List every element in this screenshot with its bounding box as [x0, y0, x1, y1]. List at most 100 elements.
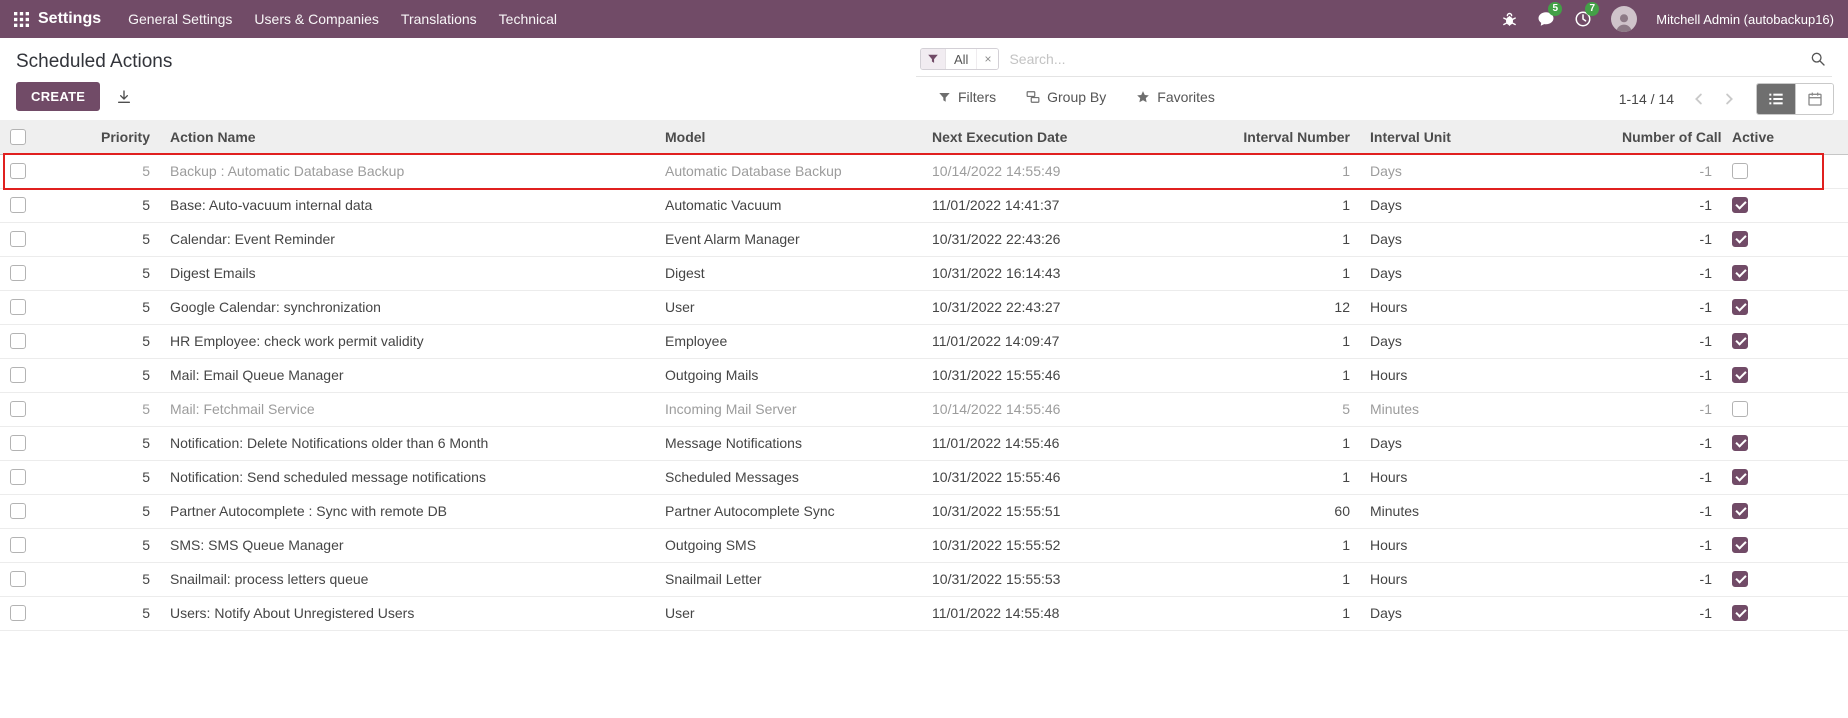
row-select-checkbox[interactable]: [10, 333, 26, 349]
row-select-checkbox[interactable]: [10, 401, 26, 417]
app-brand[interactable]: Settings: [38, 10, 101, 28]
table-row[interactable]: 5Snailmail: process letters queueSnailma…: [0, 562, 1848, 596]
list-view-button[interactable]: [1757, 84, 1795, 114]
column-number-of-calls[interactable]: Number of Calls: [1612, 120, 1722, 154]
cell-action-name: HR Employee: check work permit validity: [160, 324, 655, 358]
select-all-checkbox[interactable]: [10, 129, 26, 145]
user-menu[interactable]: Mitchell Admin (autobackup16): [1656, 12, 1834, 27]
cell-number-of-calls: -1: [1612, 392, 1722, 426]
active-checkbox[interactable]: [1732, 401, 1748, 417]
active-checkbox[interactable]: [1732, 367, 1748, 383]
active-checkbox[interactable]: [1732, 299, 1748, 315]
table-row[interactable]: 5Base: Auto-vacuum internal dataAutomati…: [0, 188, 1848, 222]
active-checkbox[interactable]: [1732, 231, 1748, 247]
table-row[interactable]: 5Digest EmailsDigest10/31/2022 16:14:431…: [0, 256, 1848, 290]
table-row[interactable]: 5HR Employee: check work permit validity…: [0, 324, 1848, 358]
pager-next-icon[interactable]: [1718, 90, 1740, 108]
active-checkbox[interactable]: [1732, 503, 1748, 519]
table-row[interactable]: 5Mail: Email Queue ManagerOutgoing Mails…: [0, 358, 1848, 392]
cell-interval-unit: Hours: [1360, 528, 1612, 562]
active-checkbox[interactable]: [1732, 435, 1748, 451]
active-checkbox[interactable]: [1732, 571, 1748, 587]
messages-icon[interactable]: 5: [1537, 10, 1555, 28]
row-select-checkbox[interactable]: [10, 571, 26, 587]
active-checkbox[interactable]: [1732, 265, 1748, 281]
active-checkbox[interactable]: [1732, 333, 1748, 349]
create-button[interactable]: CREATE: [16, 82, 100, 111]
row-select-checkbox[interactable]: [10, 163, 26, 179]
export-download-icon[interactable]: [116, 89, 132, 105]
header-select-all[interactable]: [0, 120, 47, 154]
active-checkbox[interactable]: [1732, 469, 1748, 485]
cell-number-of-calls: -1: [1612, 562, 1722, 596]
search-bar[interactable]: All ×: [916, 46, 1832, 77]
debug-bug-icon[interactable]: [1501, 11, 1518, 28]
table-row[interactable]: 5Google Calendar: synchronizationUser10/…: [0, 290, 1848, 324]
table-row[interactable]: 5Partner Autocomplete : Sync with remote…: [0, 494, 1848, 528]
apps-grid-icon[interactable]: [14, 12, 29, 27]
menu-technical[interactable]: Technical: [488, 1, 568, 37]
cell-action-name: Backup : Automatic Database Backup: [160, 154, 655, 188]
table-row[interactable]: 5Backup : Automatic Database BackupAutom…: [0, 154, 1848, 188]
cell-priority: 5: [47, 222, 160, 256]
row-select-cell: [0, 358, 47, 392]
column-interval-unit[interactable]: Interval Unit: [1360, 120, 1612, 154]
cell-active: [1722, 494, 1848, 528]
active-checkbox[interactable]: [1732, 537, 1748, 553]
column-interval-number[interactable]: Interval Number: [1160, 120, 1360, 154]
cell-action-name: SMS: SMS Queue Manager: [160, 528, 655, 562]
cell-next-execution-date: 10/14/2022 14:55:49: [922, 154, 1160, 188]
cell-interval-number: 1: [1160, 256, 1360, 290]
column-priority[interactable]: Priority: [47, 120, 160, 154]
table-row[interactable]: 5SMS: SMS Queue ManagerOutgoing SMS10/31…: [0, 528, 1848, 562]
row-select-checkbox[interactable]: [10, 503, 26, 519]
activities-clock-icon[interactable]: 7: [1574, 10, 1592, 28]
menu-users-companies[interactable]: Users & Companies: [243, 1, 390, 37]
user-avatar[interactable]: [1611, 6, 1637, 32]
active-checkbox[interactable]: [1732, 605, 1748, 621]
column-action-name[interactable]: Action Name: [160, 120, 655, 154]
row-select-checkbox[interactable]: [10, 435, 26, 451]
row-select-checkbox[interactable]: [10, 469, 26, 485]
row-select-checkbox[interactable]: [10, 265, 26, 281]
column-next-execution-date[interactable]: Next Execution Date: [922, 120, 1160, 154]
row-select-checkbox[interactable]: [10, 231, 26, 247]
row-select-checkbox[interactable]: [10, 367, 26, 383]
cell-next-execution-date: 10/31/2022 15:55:46: [922, 460, 1160, 494]
pager-previous-icon[interactable]: [1688, 90, 1710, 108]
table-row[interactable]: 5Notification: Delete Notifications olde…: [0, 426, 1848, 460]
cell-model: User: [655, 596, 922, 630]
cell-interval-unit: Hours: [1360, 290, 1612, 324]
row-select-checkbox[interactable]: [10, 605, 26, 621]
search-input[interactable]: [1009, 51, 1800, 67]
filters-button[interactable]: Filters: [938, 89, 996, 105]
row-select-cell: [0, 290, 47, 324]
table-row[interactable]: 5Mail: Fetchmail ServiceIncoming Mail Se…: [0, 392, 1848, 426]
cell-next-execution-date: 11/01/2022 14:09:47: [922, 324, 1160, 358]
row-select-checkbox[interactable]: [10, 299, 26, 315]
active-checkbox[interactable]: [1732, 163, 1748, 179]
cell-number-of-calls: -1: [1612, 358, 1722, 392]
calendar-view-button[interactable]: [1795, 84, 1833, 114]
table-row[interactable]: 5Notification: Send scheduled message no…: [0, 460, 1848, 494]
favorites-button[interactable]: Favorites: [1136, 89, 1215, 105]
table-row[interactable]: 5Users: Notify About Unregistered UsersU…: [0, 596, 1848, 630]
cell-next-execution-date: 11/01/2022 14:55:46: [922, 426, 1160, 460]
column-model[interactable]: Model: [655, 120, 922, 154]
cell-next-execution-date: 10/31/2022 15:55:51: [922, 494, 1160, 528]
menu-translations[interactable]: Translations: [390, 1, 488, 37]
row-select-checkbox[interactable]: [10, 537, 26, 553]
cell-interval-unit: Days: [1360, 188, 1612, 222]
search-icon[interactable]: [1810, 51, 1826, 67]
cell-model: Outgoing Mails: [655, 358, 922, 392]
facet-remove-icon[interactable]: ×: [976, 49, 998, 69]
pager-and-views: 1-14 / 14: [1619, 83, 1834, 115]
menu-general-settings[interactable]: General Settings: [117, 1, 243, 37]
group-by-button[interactable]: Group By: [1026, 89, 1106, 105]
active-checkbox[interactable]: [1732, 197, 1748, 213]
row-select-checkbox[interactable]: [10, 197, 26, 213]
cell-model: Message Notifications: [655, 426, 922, 460]
row-select-cell: [0, 596, 47, 630]
table-row[interactable]: 5Calendar: Event ReminderEvent Alarm Man…: [0, 222, 1848, 256]
column-active[interactable]: Active: [1722, 120, 1848, 154]
